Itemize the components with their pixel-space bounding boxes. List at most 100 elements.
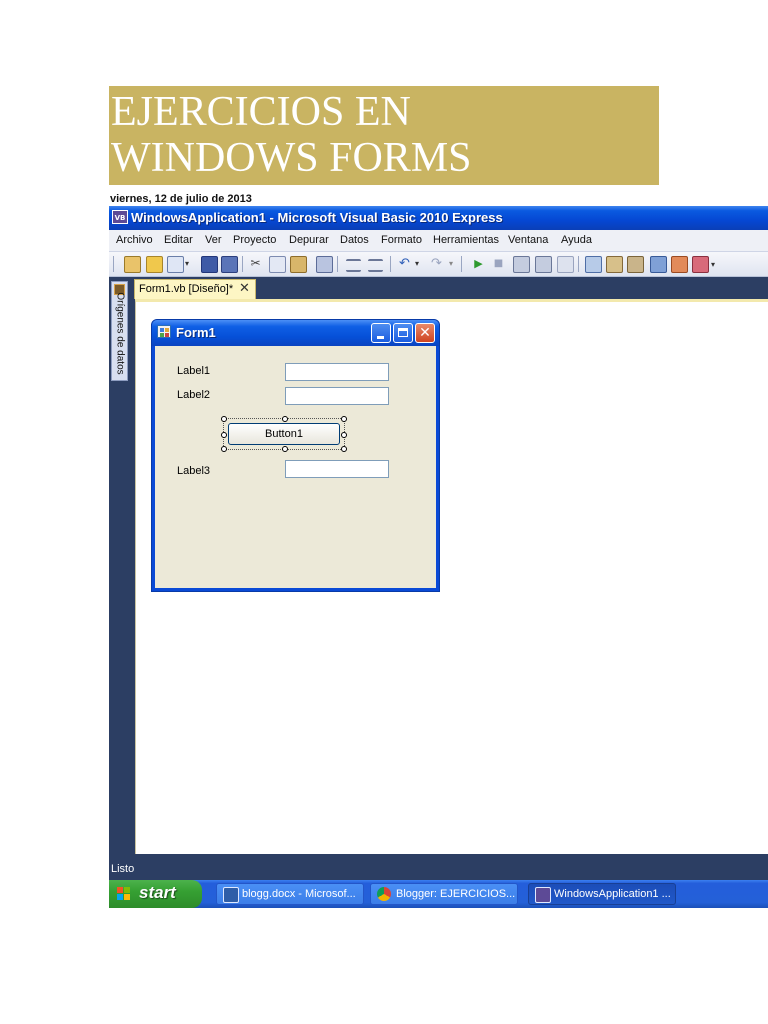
form1-title: Form1 <box>176 325 216 340</box>
toolbar-overflow-icon[interactable]: ▾ <box>711 256 719 271</box>
taskbar-item-chrome[interactable]: Blogger: EJERCICIOS... <box>370 883 518 905</box>
taskbar-item-visual-basic[interactable]: WindowsApplication1 ... <box>528 883 676 905</box>
menu-archivo[interactable]: Archivo <box>116 234 153 246</box>
taskbar-item-label: blogg.docx - Microsof... <box>242 888 356 900</box>
form1-client-area[interactable]: Label1 Label2 Button1 Label3 <box>155 346 436 588</box>
taskbar-item-word[interactable]: blogg.docx - Microsof... <box>216 883 364 905</box>
label1[interactable]: Label1 <box>177 365 210 377</box>
textbox1[interactable] <box>285 363 389 381</box>
close-glyph: ✕ <box>419 325 431 341</box>
undo-dropdown-icon[interactable]: ▾ <box>415 256 422 271</box>
label3[interactable]: Label3 <box>177 465 210 477</box>
word-document-icon <box>223 887 239 903</box>
menu-datos[interactable]: Datos <box>340 234 369 246</box>
taskbar-item-label: WindowsApplication1 ... <box>554 888 671 900</box>
start-page-icon[interactable] <box>692 256 709 273</box>
menu-proyecto[interactable]: Proyecto <box>233 234 276 246</box>
copy-icon[interactable] <box>269 256 286 273</box>
resize-handle-w[interactable] <box>221 432 227 438</box>
menu-ayuda[interactable]: Ayuda <box>561 234 592 246</box>
extension-manager-icon[interactable] <box>671 256 688 273</box>
form1-titlebar[interactable]: Form1 ✕ <box>152 320 439 346</box>
stop-debugging-icon[interactable]: ■ <box>491 256 506 271</box>
windows-taskbar: start blogg.docx - Microsof... Blogger: … <box>109 880 768 908</box>
menu-depurar[interactable]: Depurar <box>289 234 329 246</box>
redo-icon[interactable]: ↷ <box>429 256 444 271</box>
textbox2[interactable] <box>285 387 389 405</box>
menu-herramientas[interactable]: Herramientas <box>433 234 499 246</box>
toolbar-separator <box>242 256 243 272</box>
button1-selection-frame: Button1 <box>221 416 347 452</box>
blog-title: EJERCICIOS EN WINDOWS FORMS <box>109 86 659 185</box>
step-over-icon[interactable] <box>535 256 552 273</box>
toolbox-icon[interactable] <box>650 256 667 273</box>
resize-handle-e[interactable] <box>341 432 347 438</box>
start-debugging-icon[interactable]: ▶ <box>471 256 486 271</box>
step-out-icon[interactable] <box>557 256 574 273</box>
toolbar-separator <box>461 256 462 272</box>
toolbar-separator <box>578 256 579 272</box>
form-icon <box>157 325 171 338</box>
tab-form1-design[interactable]: Form1.vb [Diseño]* ✕ <box>134 279 256 299</box>
form1-window[interactable]: Form1 ✕ Label1 Label2 Button1 Label3 <box>151 319 440 592</box>
redo-dropdown-icon[interactable]: ▾ <box>449 256 456 271</box>
save-all-icon[interactable] <box>221 256 238 273</box>
textbox3[interactable] <box>285 460 389 478</box>
properties-window-icon[interactable] <box>606 256 623 273</box>
menu-editar[interactable]: Editar <box>164 234 193 246</box>
comment-lines-icon[interactable] <box>346 259 361 272</box>
visual-basic-icon <box>535 887 551 903</box>
vs-titlebar[interactable]: VB WindowsApplication1 - Microsoft Visua… <box>109 206 768 230</box>
side-dock-strip: Orígenes de datos <box>109 277 130 787</box>
tab-label: Form1.vb [Diseño]* <box>139 283 234 295</box>
chrome-icon <box>377 887 391 901</box>
uncomment-lines-icon[interactable] <box>368 259 383 272</box>
resize-handle-se[interactable] <box>341 446 347 452</box>
windows-logo-icon <box>117 887 131 901</box>
add-item-dropdown-icon[interactable]: ▾ <box>185 256 192 271</box>
resize-handle-ne[interactable] <box>341 416 347 422</box>
start-button[interactable]: start <box>109 880 202 908</box>
resize-handle-sw[interactable] <box>221 446 227 452</box>
maximize-icon[interactable] <box>393 323 413 343</box>
toolbar-grip[interactable] <box>113 256 114 272</box>
open-file-icon[interactable] <box>146 256 163 273</box>
taskbar-item-label: Blogger: EJERCICIOS... <box>396 888 516 900</box>
menu-ver[interactable]: Ver <box>205 234 222 246</box>
menu-ventana[interactable]: Ventana <box>508 234 548 246</box>
paste-icon[interactable] <box>290 256 307 273</box>
close-tab-icon[interactable]: ✕ <box>239 281 250 296</box>
find-icon[interactable] <box>316 256 333 273</box>
minimize-icon[interactable] <box>371 323 391 343</box>
vs-window: VB WindowsApplication1 - Microsoft Visua… <box>109 206 768 908</box>
status-text: Listo <box>111 863 135 875</box>
blog-title-line1: EJERCICIOS EN <box>111 89 411 135</box>
status-bar: Listo <box>109 858 768 880</box>
post-date: viernes, 12 de julio de 2013 <box>110 193 252 205</box>
standard-toolbar: ▾ ✂ ↶ ▾ ↷ ▾ ▶ ■ ▾ <box>109 252 768 277</box>
resize-handle-n[interactable] <box>282 416 288 422</box>
new-project-icon[interactable] <box>124 256 141 273</box>
resize-handle-nw[interactable] <box>221 416 227 422</box>
toolbar-separator <box>390 256 391 272</box>
vb-app-icon: VB <box>112 210 128 224</box>
menu-bar: Archivo Editar Ver Proyecto Depurar Dato… <box>109 230 768 252</box>
toolbar-separator <box>337 256 338 272</box>
cut-icon[interactable]: ✂ <box>248 256 263 271</box>
save-icon[interactable] <box>201 256 218 273</box>
data-sources-tab[interactable]: Orígenes de datos <box>111 281 128 381</box>
undo-icon[interactable]: ↶ <box>397 256 412 271</box>
form-designer-surface[interactable]: Form1 ✕ Label1 Label2 Button1 Label3 <box>135 299 768 854</box>
window-title: WindowsApplication1 - Microsoft Visual B… <box>131 210 503 225</box>
close-icon[interactable]: ✕ <box>415 323 435 343</box>
object-browser-icon[interactable] <box>627 256 644 273</box>
menu-formato[interactable]: Formato <box>381 234 422 246</box>
button1[interactable]: Button1 <box>228 423 340 445</box>
step-into-icon[interactable] <box>513 256 530 273</box>
add-item-icon[interactable] <box>167 256 184 273</box>
solution-explorer-icon[interactable] <box>585 256 602 273</box>
resize-handle-s[interactable] <box>282 446 288 452</box>
label2[interactable]: Label2 <box>177 389 210 401</box>
data-sources-label: Orígenes de datos <box>114 292 126 375</box>
document-tab-strip: Form1.vb [Diseño]* ✕ <box>131 277 768 299</box>
